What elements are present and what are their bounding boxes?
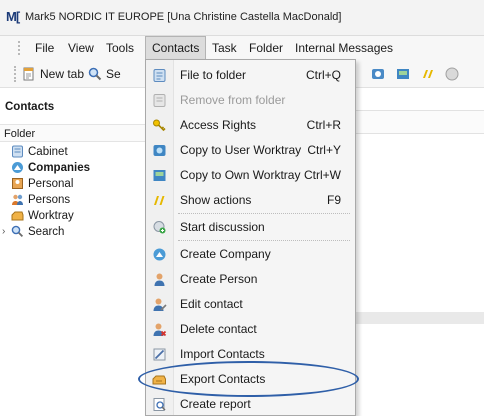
contacts-panel-header: Contacts (5, 101, 55, 113)
menu-separator (178, 213, 350, 214)
import-contacts-icon (153, 348, 166, 361)
menu-item-label: Create Person (180, 272, 258, 286)
toolbar-actions-icon[interactable] (420, 66, 436, 82)
tree-item-label: Search (28, 226, 65, 238)
menu-internal-messages[interactable]: Internal Messages (289, 36, 399, 60)
menu-item-copy-to-own-worktray[interactable]: Copy to Own Worktray Ctrl+W (146, 163, 355, 188)
copy-own-worktray-icon (153, 170, 166, 181)
menu-item-label: Create report (180, 397, 251, 411)
menu-tools[interactable]: Tools (100, 36, 140, 60)
mark5-logo-icon: M[ (6, 9, 20, 24)
new-tab-button[interactable]: New tab (22, 64, 84, 84)
menu-view[interactable]: View (62, 36, 100, 60)
remove-from-folder-icon (153, 94, 166, 107)
menu-item-label: Export Contacts (180, 372, 266, 386)
cabinet-icon (12, 145, 23, 158)
content-header-strip (355, 110, 484, 134)
toolbar-companies-icon[interactable] (370, 66, 386, 82)
menu-bar: File View Tools Contacts Task Folder Int… (0, 36, 484, 60)
menu-item-show-actions[interactable]: Show actions F9 (146, 188, 355, 213)
edit-contact-icon (153, 298, 167, 311)
menu-item-label: Start discussion (180, 220, 265, 234)
menu-separator (178, 240, 350, 241)
title-bar: M[ Mark5 NORDIC IT EUROPE [Una Christine… (0, 0, 484, 36)
tree-item-cabinet[interactable]: Cabinet (0, 144, 145, 160)
new-tab-label: New tab (40, 67, 85, 81)
menu-item-shortcut: F9 (326, 193, 341, 207)
tree-item-label: Personal (28, 178, 74, 190)
file-to-folder-icon (153, 69, 166, 82)
menu-item-export-contacts[interactable]: Export Contacts (146, 367, 355, 392)
menu-item-create-report[interactable]: Create report (146, 392, 355, 416)
menu-item-shortcut: Ctrl+R (306, 118, 341, 132)
menu-item-label: Create Company (180, 247, 271, 261)
toolbar-worktray-icon[interactable] (395, 66, 411, 82)
tree-item-personal[interactable]: Personal (0, 176, 145, 192)
export-contacts-icon (152, 375, 166, 385)
menu-item-start-discussion[interactable]: Start discussion (146, 215, 355, 240)
start-discussion-icon (153, 221, 166, 234)
delete-contact-icon (153, 323, 167, 337)
menu-item-label: File to folder (180, 68, 247, 82)
create-report-icon (153, 398, 166, 411)
menu-contacts[interactable]: Contacts (145, 36, 207, 60)
menu-item-create-company[interactable]: Create Company (146, 242, 355, 267)
menu-item-label: Import Contacts (180, 347, 265, 361)
menu-item-label: Edit contact (180, 297, 243, 311)
expand-chevron-icon[interactable]: › (2, 224, 5, 240)
show-actions-icon (154, 196, 165, 205)
menu-item-import-contacts[interactable]: Import Contacts (146, 342, 355, 367)
create-company-icon (153, 248, 166, 261)
tree-item-label: Persons (28, 194, 71, 206)
menu-item-edit-contact[interactable]: Edit contact (146, 292, 355, 317)
menu-item-label: Copy to User Worktray (180, 143, 302, 157)
create-person-icon (154, 273, 165, 286)
companies-icon (12, 162, 23, 173)
new-tab-icon (23, 67, 34, 81)
search-button[interactable]: Se (88, 64, 121, 84)
tree-item-label: Cabinet (28, 146, 68, 158)
persons-icon (12, 194, 23, 205)
tree-item-search[interactable]: › Search (0, 224, 145, 240)
worktray-icon (11, 211, 24, 221)
menu-task[interactable]: Task (206, 36, 243, 60)
tree-item-companies[interactable]: Companies (0, 160, 145, 176)
menu-item-remove-from-folder: Remove from folder (146, 88, 355, 113)
tree-item-label: Worktray (28, 210, 74, 222)
menu-item-shortcut: Ctrl+W (304, 168, 341, 182)
menu-item-label: Copy to Own Worktray (180, 168, 301, 182)
content-scroll-strip[interactable] (355, 312, 484, 324)
menu-file[interactable]: File (29, 36, 60, 60)
tree-item-label: Companies (28, 162, 90, 174)
menu-item-shortcut: Ctrl+Y (307, 143, 341, 157)
menu-item-label: Access Rights (180, 118, 257, 132)
tree-item-persons[interactable]: Persons (0, 192, 145, 208)
key-icon (153, 119, 166, 132)
menu-item-access-rights[interactable]: Access Rights Ctrl+R (146, 113, 355, 138)
search-icon (88, 67, 102, 81)
folder-tree: Cabinet Companies Personal Persons Workt… (0, 144, 145, 240)
menu-item-label: Remove from folder (180, 93, 286, 107)
personal-icon (12, 178, 23, 189)
search-icon (11, 225, 24, 238)
menu-item-create-person[interactable]: Create Person (146, 267, 355, 292)
menu-folder[interactable]: Folder (243, 36, 289, 60)
folder-column-header: Folder (0, 124, 145, 142)
menu-item-file-to-folder[interactable]: File to folder Ctrl+Q (146, 63, 355, 88)
toolbar-discussion-icon[interactable] (444, 66, 460, 82)
contacts-menu: File to folder Ctrl+Q Remove from folder… (145, 59, 356, 416)
tree-item-worktray[interactable]: Worktray (0, 208, 145, 224)
menu-item-copy-to-user-worktray[interactable]: Copy to User Worktray Ctrl+Y (146, 138, 355, 163)
toolbar-grip-icon[interactable] (14, 66, 16, 82)
menu-item-shortcut: Ctrl+Q (305, 68, 341, 82)
menu-item-label: Delete contact (180, 322, 257, 336)
menubar-grip-icon[interactable] (18, 41, 20, 55)
search-label: Se (106, 67, 121, 81)
copy-user-worktray-icon (153, 145, 166, 156)
menu-item-label: Show actions (180, 193, 252, 207)
menu-item-delete-contact[interactable]: Delete contact (146, 317, 355, 342)
window-title: Mark5 NORDIC IT EUROPE [Una Christine Ca… (25, 11, 342, 23)
